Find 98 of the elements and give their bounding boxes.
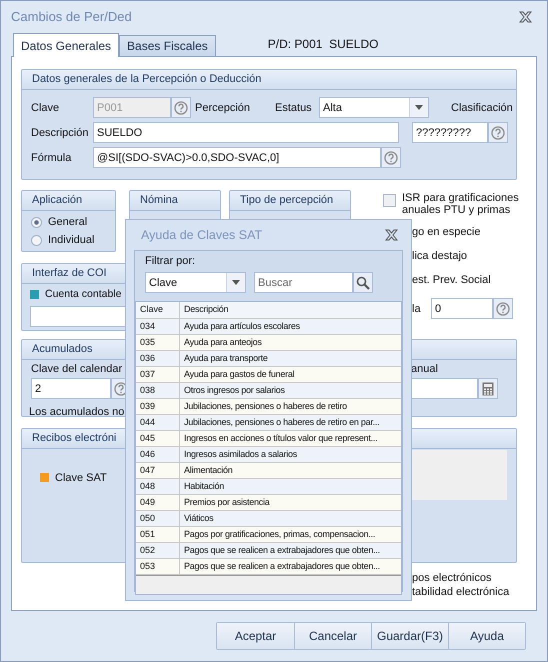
tab[interactable]: Datos Generales: [13, 33, 120, 57]
record-label: P/D: P001 SUELDO: [268, 37, 378, 51]
field-label: Fórmula: [31, 152, 72, 164]
help-icon: [174, 100, 188, 114]
group-title: Aplicación: [22, 191, 115, 211]
table-cell[interactable]: 036: [136, 351, 180, 366]
search-icon: [356, 276, 370, 290]
table-cell[interactable]: 045: [136, 431, 180, 446]
help-button[interactable]: [488, 122, 508, 143]
table-cell[interactable]: Habitación: [180, 479, 224, 494]
table-cell[interactable]: Ingresos asimilados a salarios: [180, 447, 298, 462]
radio-button[interactable]: [31, 234, 42, 246]
close-icon[interactable]: [385, 229, 398, 241]
table-cell[interactable]: 050: [136, 511, 180, 526]
help-button[interactable]: [171, 97, 191, 118]
table-cell[interactable]: Pagos por gratificaciones, primas, compensacion...: [180, 527, 376, 542]
table-cell[interactable]: Ayuda para artículos escolares: [180, 319, 300, 334]
filter-dropdown[interactable]: Clave: [145, 272, 246, 293]
field-label: anual: [411, 363, 439, 375]
dropdown-button[interactable]: [409, 98, 428, 117]
caret-icon: [232, 280, 240, 285]
table-cell[interactable]: Alimentación: [180, 463, 233, 478]
field-label: la: [412, 302, 422, 314]
table-cell[interactable]: 052: [136, 543, 180, 558]
table-cell[interactable]: Jubilaciones, pensiones o haberes de retiro: [180, 399, 347, 414]
search-button[interactable]: [353, 272, 373, 293]
option-label: go en especie: [412, 226, 480, 240]
input-field[interactable]: 0: [431, 298, 493, 319]
filter-label: Filtrar por:: [145, 255, 196, 267]
table-cell[interactable]: 051: [136, 527, 180, 542]
field-label: Clasificación: [451, 102, 513, 114]
table-cell[interactable]: Ayuda para gastos de funeral: [180, 367, 294, 382]
status-dropdown[interactable]: Alta: [319, 97, 429, 118]
checkbox-label: ISR para gratificaciones anuales PTU y primas: [402, 192, 520, 216]
option-label: est. Prev. Social: [412, 274, 491, 288]
radio-label: General: [48, 216, 88, 228]
tab[interactable]: Bases Fiscales: [119, 35, 216, 56]
caret-icon: [415, 105, 423, 110]
dropdown-button[interactable]: [226, 273, 245, 292]
column-header: Descripción: [183, 303, 228, 316]
option-label: pos electrónicos: [412, 572, 492, 584]
radio-button[interactable]: [31, 216, 42, 228]
calculator-button[interactable]: [478, 378, 498, 399]
calculator-icon: [482, 382, 494, 396]
table-cell[interactable]: Pagos que se realicen a extrabajadores que obten...: [180, 559, 380, 574]
help-icon: [491, 126, 505, 140]
table-cell[interactable]: 048: [136, 479, 180, 494]
field-label: Estatus: [275, 102, 313, 114]
window-title: Cambios de Per/Ded: [11, 9, 132, 24]
input-field[interactable]: [411, 378, 478, 399]
checkbox[interactable]: [383, 194, 396, 207]
help-button[interactable]: [493, 298, 513, 319]
table-cell[interactable]: 046: [136, 447, 180, 462]
table-cell[interactable]: Otros ingresos por salarios: [180, 383, 285, 398]
square-icon: [30, 290, 39, 298]
table-cell[interactable]: Jubilaciones, pensiones o haberes de retiro en par...: [180, 415, 380, 430]
search-field[interactable]: Buscar: [254, 272, 353, 293]
table-cell[interactable]: 053: [136, 559, 180, 574]
help-icon: [496, 302, 510, 316]
group-title: Tipo de percepción: [230, 191, 350, 211]
note-text: Los acumulados no: [29, 406, 124, 416]
input-field[interactable]: SUELDO: [93, 122, 399, 143]
table-cell[interactable]: Ingresos en acciones o títulos valor que represent...: [180, 431, 378, 446]
group-title: Nómina: [130, 191, 220, 211]
field-label: Clave SAT: [55, 472, 107, 484]
field-label: Clave del calendar: [31, 363, 122, 375]
type-text: Percepción: [195, 102, 252, 114]
option-label: tabilidad electrónica: [412, 586, 510, 598]
column-header: Clave: [136, 302, 180, 318]
dialog-title: Ayuda de Claves SAT: [141, 228, 262, 242]
table-cell[interactable]: 047: [136, 463, 180, 478]
table-cell[interactable]: 049: [136, 495, 180, 510]
table-cell[interactable]: 038: [136, 383, 180, 398]
option-label: lica destajo: [412, 250, 468, 264]
radio-label: Individual: [48, 234, 94, 246]
close-icon[interactable]: [519, 10, 532, 22]
field-label: Clave: [31, 102, 60, 114]
input-field[interactable]: ?????????: [412, 122, 488, 143]
table-cell[interactable]: 037: [136, 367, 180, 382]
dialog-button[interactable]: Guardar(F3): [371, 623, 448, 649]
dialog-button[interactable]: Aceptar: [217, 623, 294, 649]
group-title: Datos generales de la Percepción o Deducción: [22, 70, 516, 90]
dialog-button[interactable]: Cancelar: [294, 623, 371, 649]
table-cell[interactable]: Pagos que se realicen a extrabajadores que obten...: [180, 543, 380, 558]
square-icon: [40, 473, 49, 482]
table-cell[interactable]: 039: [136, 399, 180, 414]
input-field[interactable]: 2: [31, 378, 111, 399]
help-icon: [384, 150, 398, 164]
table-cell[interactable]: 044: [136, 415, 180, 430]
field-label: Cuenta contable: [45, 288, 122, 300]
field-label: Descripción: [31, 126, 90, 138]
help-button[interactable]: [381, 147, 401, 168]
table-cell[interactable]: 034: [136, 319, 180, 334]
table-cell[interactable]: Premios por asistencia: [180, 495, 270, 510]
table-cell[interactable]: 035: [136, 335, 180, 350]
dialog-button[interactable]: Ayuda: [448, 623, 525, 649]
table-cell[interactable]: Viáticos: [180, 511, 214, 526]
input-field[interactable]: @SI[(SDO-SVAC)>0.0,SDO-SVAC,0]: [93, 147, 381, 168]
